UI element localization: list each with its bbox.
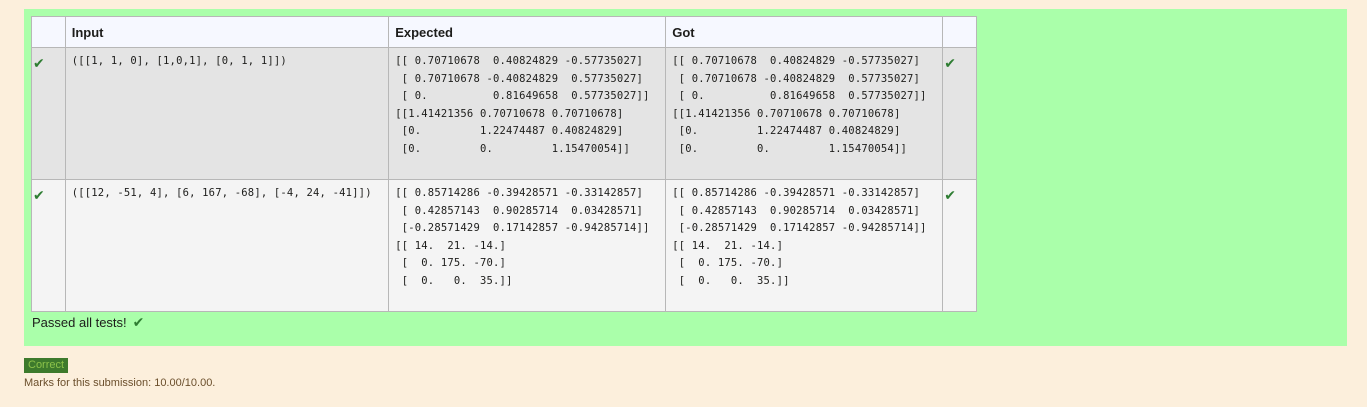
- row-result-cell: ✔: [942, 179, 977, 312]
- correct-badge: Correct: [24, 358, 69, 373]
- check-icon: ✔: [132, 314, 145, 330]
- check-icon: ✔: [944, 187, 956, 203]
- check-icon: ✔: [33, 187, 45, 203]
- header-input: Input: [64, 16, 390, 48]
- row-result-cell: ✔: [942, 47, 977, 180]
- results-header-row: Input Expected Got: [31, 16, 977, 48]
- row-status-cell: ✔: [31, 179, 66, 312]
- header-expected: Expected: [388, 16, 667, 48]
- results-table: Input Expected Got ✔ ([[1, 1, 0], [1,0,1…: [31, 16, 977, 312]
- got-cell: [[ 0.85714286 -0.39428571 -0.33142857] […: [665, 179, 944, 312]
- check-icon: ✔: [944, 55, 956, 71]
- table-row: ✔ ([[1, 1, 0], [1,0,1], [0, 1, 1]]) [[ 0…: [31, 47, 977, 180]
- header-got: Got: [665, 16, 944, 48]
- header-result-col: [942, 16, 977, 48]
- passed-label: Passed all tests!: [32, 315, 127, 330]
- row-status-cell: ✔: [31, 47, 66, 180]
- input-cell: ([[1, 1, 0], [1,0,1], [0, 1, 1]]): [64, 47, 390, 180]
- input-cell: ([[12, -51, 4], [6, 167, -68], [-4, 24, …: [64, 179, 390, 312]
- header-status-col: [31, 16, 66, 48]
- check-icon: ✔: [33, 55, 45, 71]
- expected-cell: [[ 0.70710678 0.40824829 -0.57735027] [ …: [388, 47, 667, 180]
- got-cell: [[ 0.70710678 0.40824829 -0.57735027] [ …: [665, 47, 944, 180]
- test-results-panel: Input Expected Got ✔ ([[1, 1, 0], [1,0,1…: [24, 9, 1347, 346]
- table-row: ✔ ([[12, -51, 4], [6, 167, -68], [-4, 24…: [31, 179, 977, 312]
- expected-cell: [[ 0.85714286 -0.39428571 -0.33142857] […: [388, 179, 667, 312]
- marks-text: Marks for this submission: 10.00/10.00.: [24, 377, 216, 389]
- passed-all-tests: Passed all tests! ✔: [32, 315, 144, 330]
